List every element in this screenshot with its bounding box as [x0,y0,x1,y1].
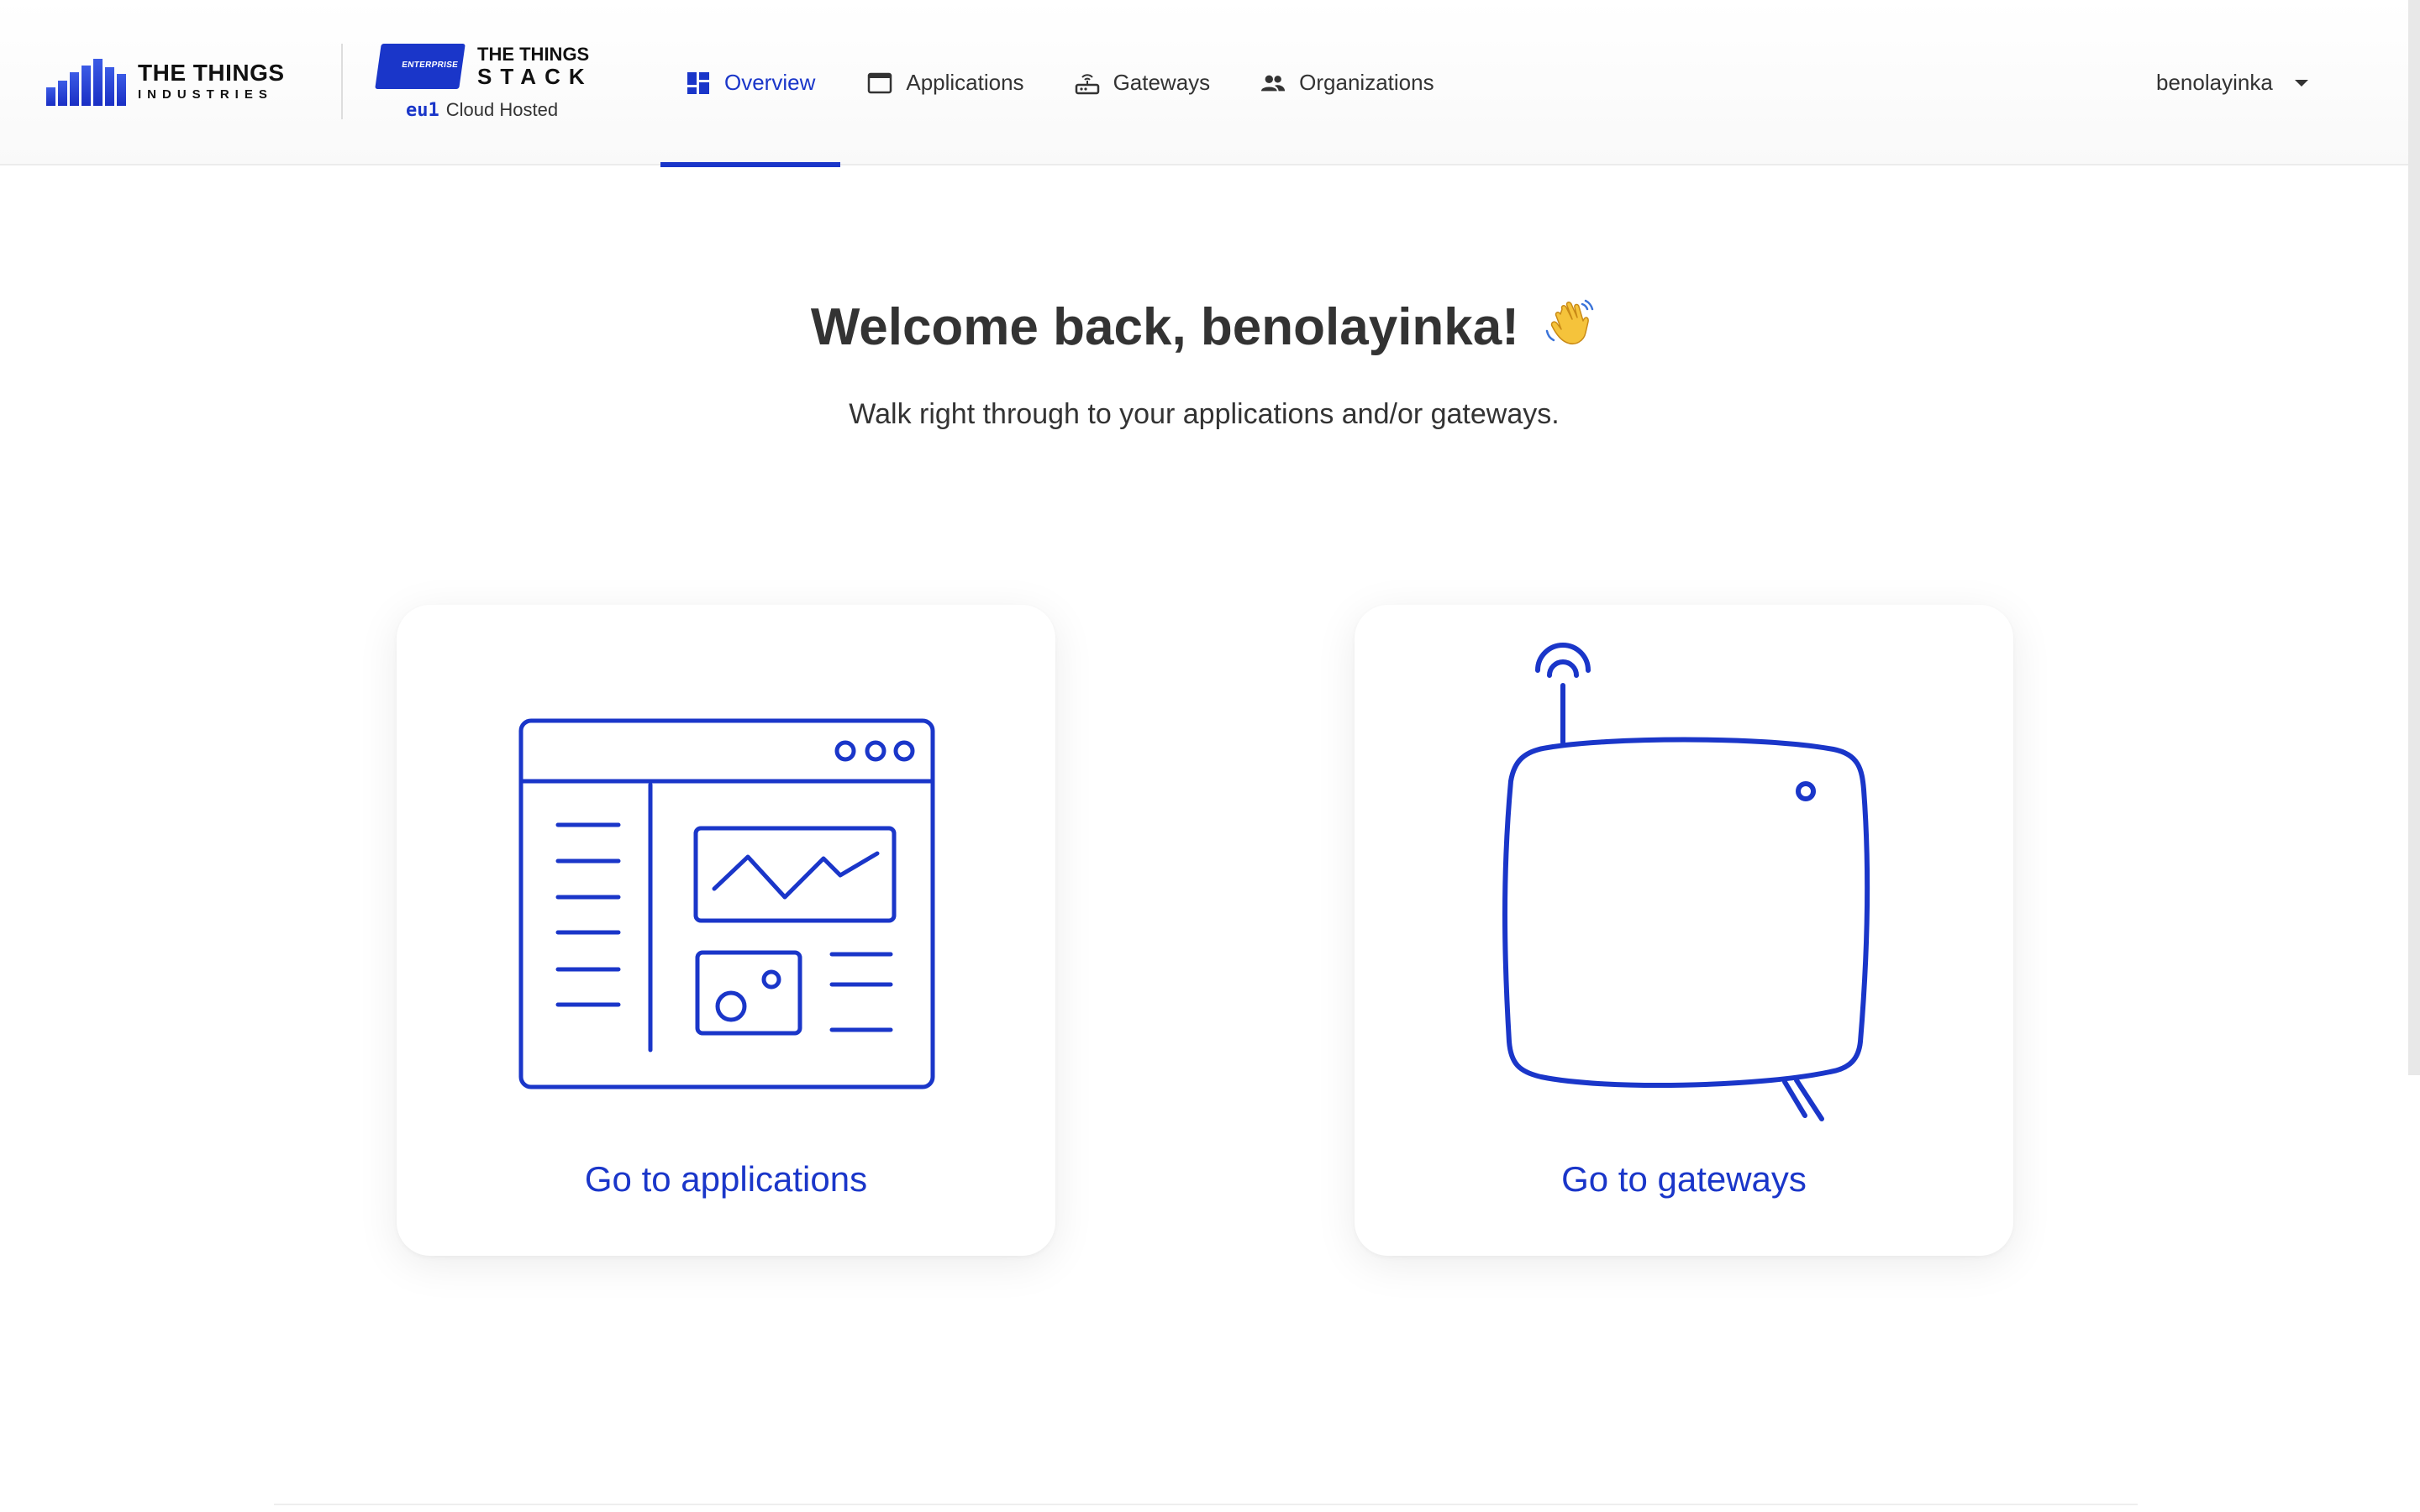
welcome-text: Welcome back, benolayinka! [810,298,1519,356]
footer-divider [274,1504,2138,1505]
cluster-id: eu1 [406,100,439,121]
hosting-label: Cloud Hosted [445,99,559,120]
gateway-icon [1075,71,1100,96]
nav-organizations-label: Organizations [1299,70,1434,95]
page-scrollbar[interactable] [2408,0,2420,1075]
application-window-icon [518,718,935,1089]
welcome-heading: Welcome back, benolayinka! [0,294,2408,360]
nav-applications[interactable]: Applications [840,0,1049,165]
brand-line2: INDUSTRIES [138,87,273,102]
logo-divider [341,44,343,119]
go-to-applications-card[interactable]: Go to applications [397,605,1055,1256]
nav-organizations[interactable]: Organizations [1235,0,1459,165]
brand-line1: THE THINGS [138,59,285,86]
product-line2: STACK [477,64,593,89]
gateway-device-icon [1502,643,1870,1121]
enterprise-badge: ENTERPRISE [401,60,459,70]
things-stack-logo[interactable]: ENTERPRISE THE THINGS STACK eu1 Cloud Hos… [375,42,589,126]
caret-down-icon [2294,79,2308,87]
nav-gateways[interactable]: Gateways [1050,0,1236,165]
organizations-icon [1260,71,1286,96]
cluster-info: eu1 Cloud Hosted [406,99,558,121]
bars-icon [46,55,126,106]
waving-hand-icon [1544,294,1597,360]
overview-icon [686,71,711,96]
things-industries-logo[interactable]: THE THINGS INDUSTRIES [46,55,285,106]
nav-applications-label: Applications [906,70,1024,95]
product-line1: THE THINGS [477,44,590,65]
main-nav: Overview Applications Gateways Organizat… [660,0,1460,167]
enterprise-flag-icon: ENTERPRISE [375,44,466,89]
top-bar: THE THINGS INDUSTRIES ENTERPRISE THE THI… [0,0,2408,167]
welcome-subtitle: Walk right through to your applications … [849,398,1560,430]
user-dropdown[interactable]: benolayinka [2156,0,2308,165]
nav-gateways-label: Gateways [1113,70,1211,95]
nav-overview-label: Overview [724,70,816,95]
nav-overview[interactable]: Overview [660,0,841,167]
go-to-gateways-link[interactable]: Go to gateways [1355,1159,2013,1200]
applications-icon [867,71,892,96]
go-to-applications-link[interactable]: Go to applications [397,1159,1055,1200]
go-to-gateways-card[interactable]: Go to gateways [1355,605,2013,1256]
user-name: benolayinka [2156,70,2273,95]
